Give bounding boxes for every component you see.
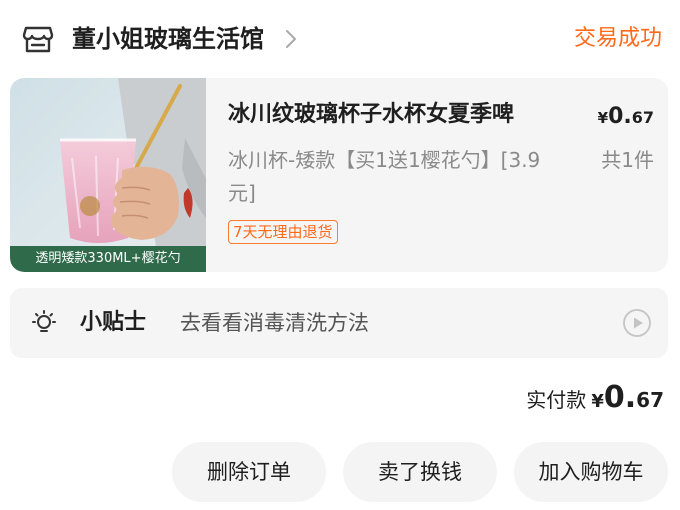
product-quantity: 共1件 — [601, 148, 654, 172]
tips-title: 小贴士 — [80, 310, 147, 335]
resell-button[interactable]: 卖了换钱 — [343, 442, 497, 502]
price-decimal: 67 — [631, 108, 654, 127]
price-integer: 0. — [608, 104, 632, 129]
chevron-right-icon[interactable] — [284, 27, 298, 51]
order-detail-page: 董小姐玻璃生活馆 交易成功 透明矮款330ML+樱花勺 冰川纹玻璃杯子水杯女夏季… — [0, 0, 680, 510]
return-policy-badge: 7天无理由退货 — [228, 220, 338, 244]
tips-link[interactable]: 去看看消毒清洗方法 — [180, 308, 369, 338]
product-spec: 冰川杯-矮款【买1送1樱花勺】[3.9元] — [228, 148, 541, 205]
paid-currency: ¥ — [591, 391, 604, 412]
tips-bar[interactable]: 小贴士 去看看消毒清洗方法 — [10, 288, 668, 358]
add-to-cart-button[interactable]: 加入购物车 — [514, 442, 668, 502]
lightbulb-icon — [30, 309, 58, 337]
shop-header[interactable]: 董小姐玻璃生活馆 交易成功 — [0, 0, 680, 78]
price-currency: ¥ — [597, 109, 609, 127]
store-icon — [20, 20, 56, 56]
order-status: 交易成功 — [573, 26, 662, 51]
play-circle-icon[interactable] — [622, 308, 652, 338]
shop-name[interactable]: 董小姐玻璃生活馆 — [72, 22, 264, 56]
paid-integer: 0. — [603, 380, 637, 415]
product-title[interactable]: 冰川纹玻璃杯子水杯女夏季啤 — [228, 100, 514, 130]
product-price: ¥0.67 — [598, 102, 654, 133]
paid-amount: 实付款 ¥0.67 — [526, 378, 664, 422]
paid-decimal: 67 — [636, 388, 664, 412]
delete-order-button[interactable]: 删除订单 — [172, 442, 326, 502]
image-caption: 透明矮款330ML+樱花勺 — [10, 246, 206, 272]
paid-label: 实付款 — [526, 388, 587, 412]
product-image[interactable]: 透明矮款330ML+樱花勺 — [10, 78, 206, 272]
product-card[interactable]: 透明矮款330ML+樱花勺 冰川纹玻璃杯子水杯女夏季啤 ¥0.67 冰川杯-矮款… — [10, 78, 668, 272]
